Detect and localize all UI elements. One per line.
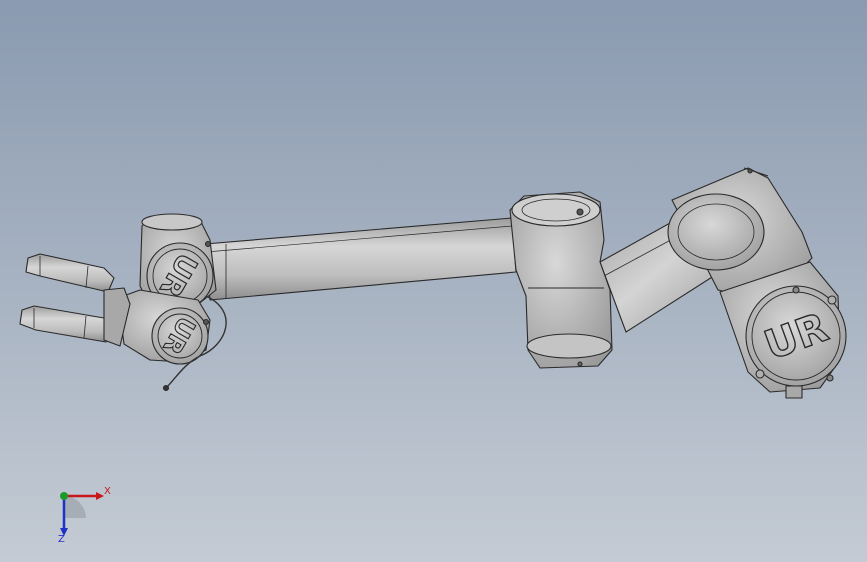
y-axis-dot (60, 492, 68, 500)
axis-triad: X Z (58, 486, 111, 544)
graphics-viewport[interactable]: UR UR UR X Z (0, 0, 867, 562)
cable-connector (162, 384, 170, 392)
elbow-joint (509, 191, 613, 369)
robot-arm-model[interactable]: UR UR UR (0, 0, 867, 562)
forearm-link (204, 217, 517, 301)
z-axis-label: Z (58, 534, 65, 544)
x-axis-label: X (104, 486, 111, 497)
gripper (19, 253, 131, 347)
